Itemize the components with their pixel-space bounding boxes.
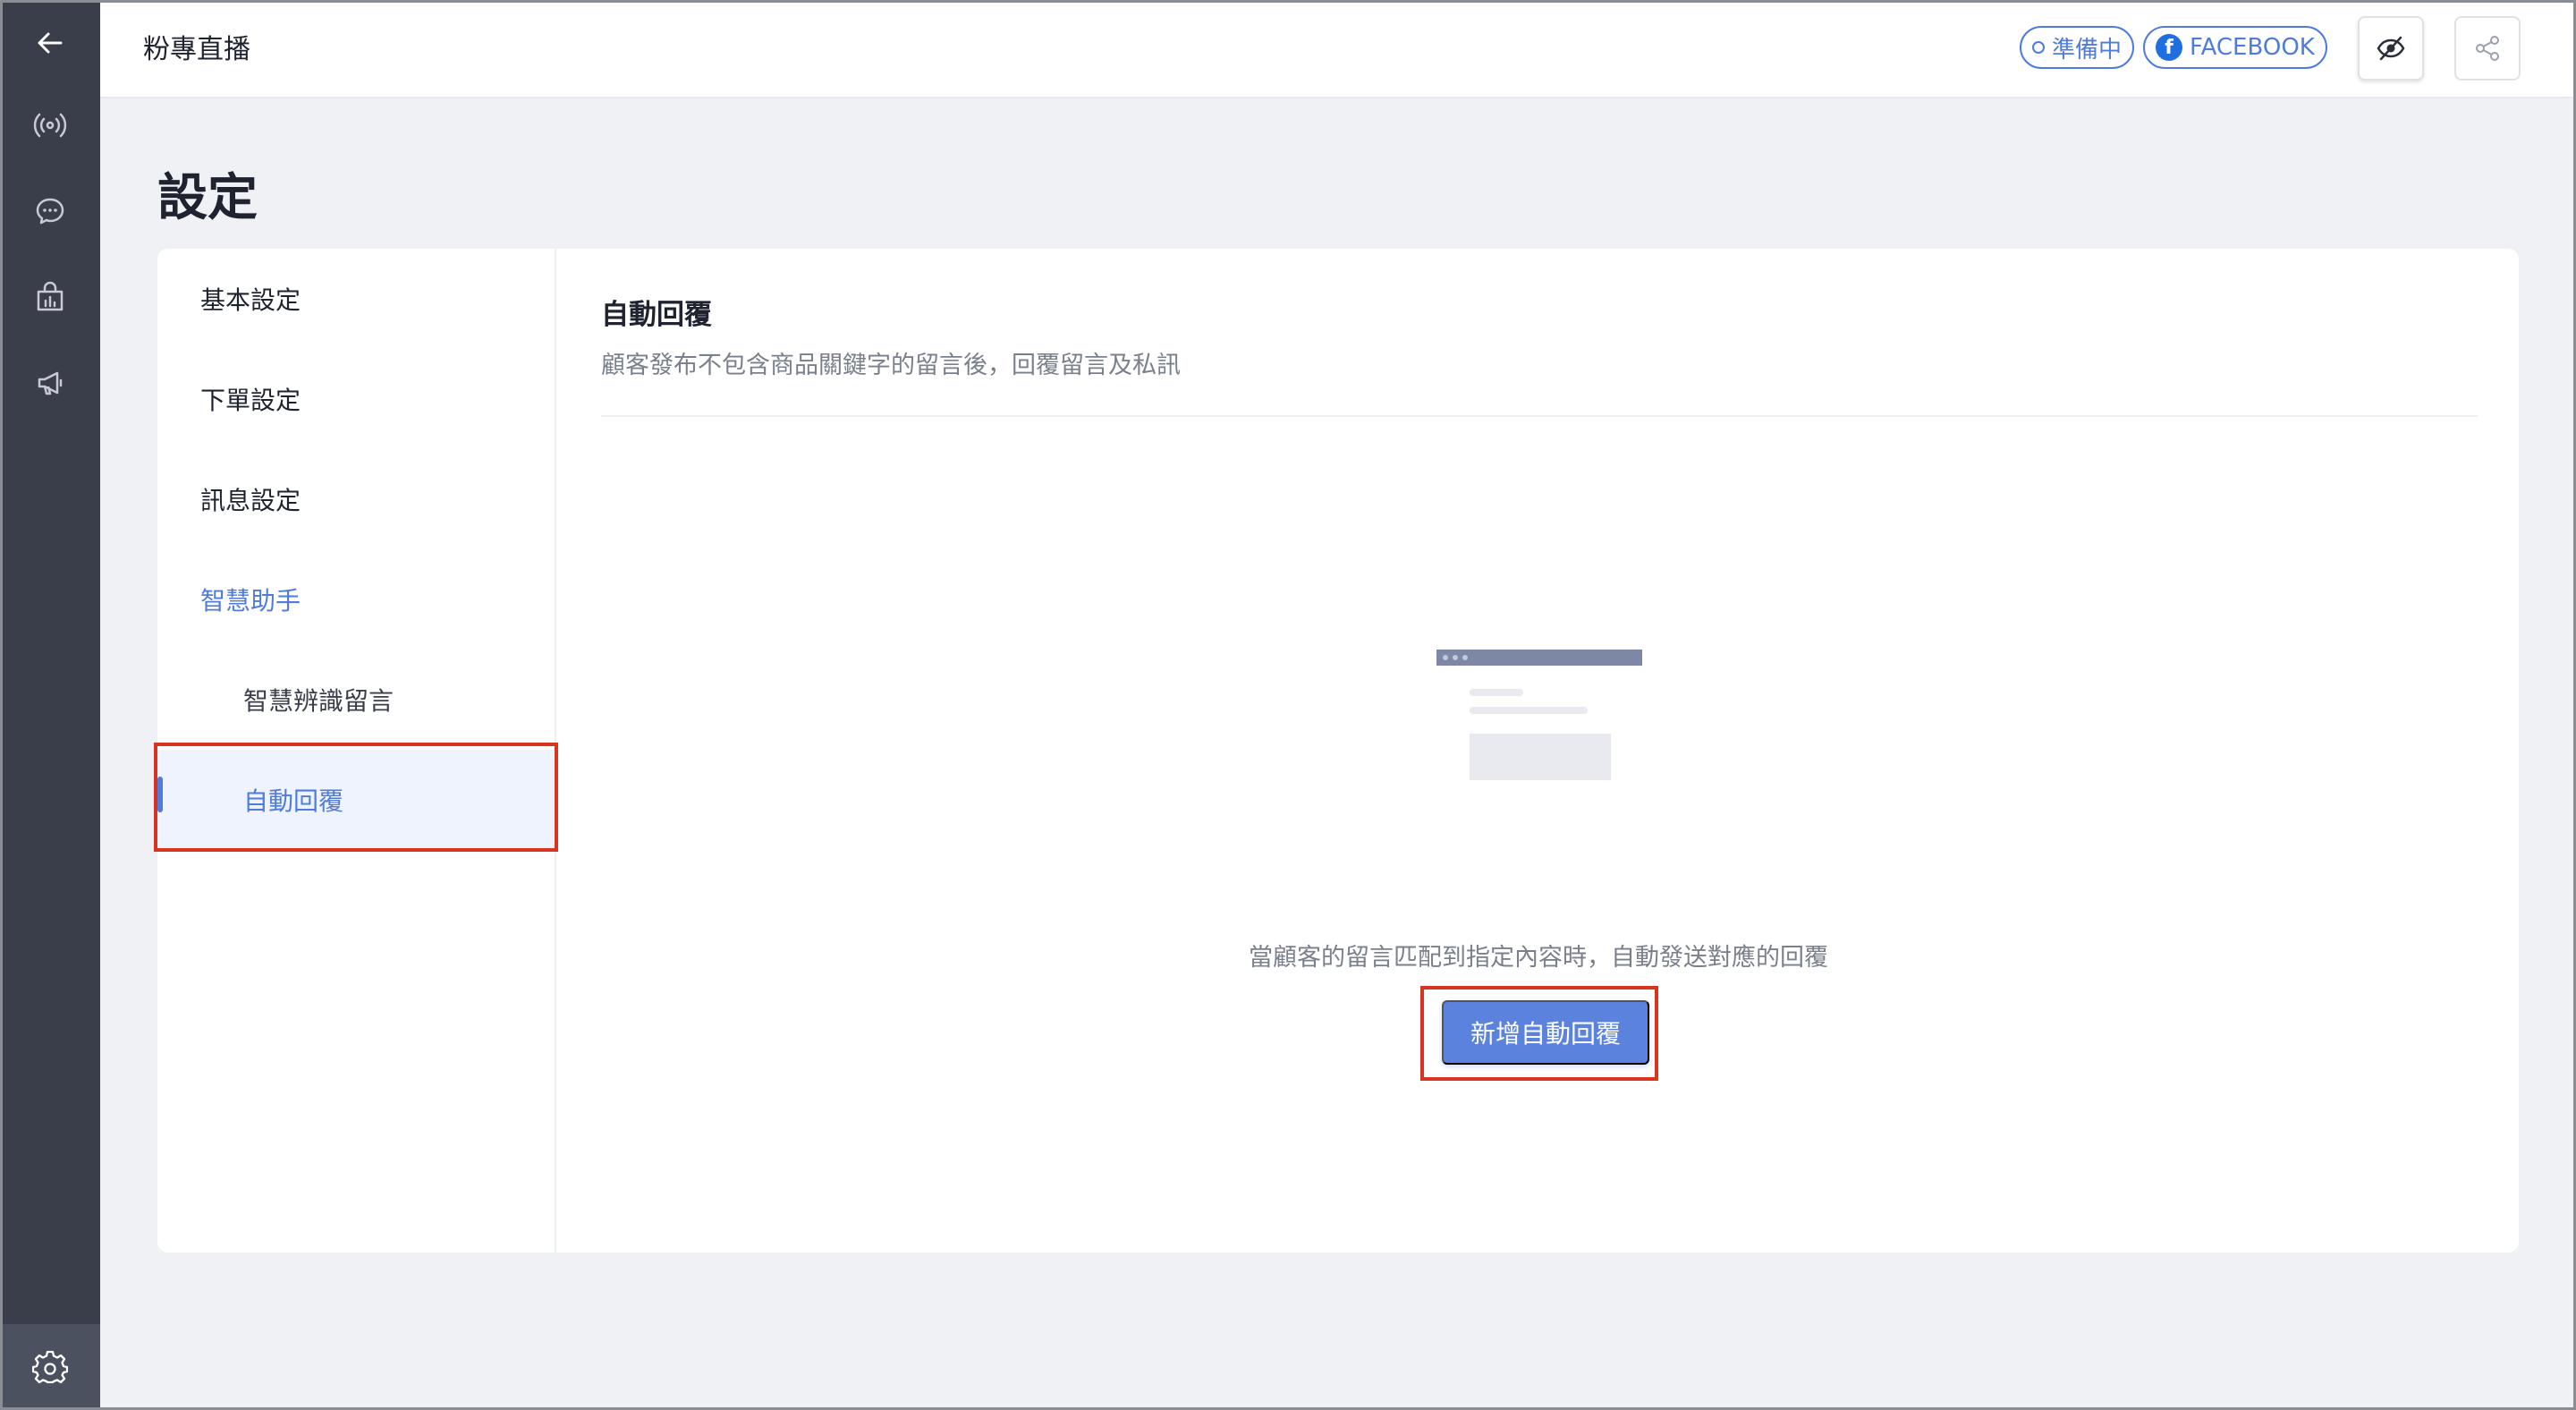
empty-state-text: 當顧客的留言匹配到指定內容時，自動發送對應的回覆 bbox=[1249, 944, 1828, 972]
settings-nav-smart-assistant[interactable]: 智慧助手 bbox=[157, 549, 556, 650]
settings-nav-label: 基本設定 bbox=[200, 285, 301, 315]
settings-nav-order[interactable]: 下單設定 bbox=[157, 349, 556, 449]
platform-badge: f FACEBOOK bbox=[2143, 26, 2327, 69]
settings-nav-label: 訊息設定 bbox=[200, 486, 301, 515]
megaphone-icon bbox=[38, 371, 63, 395]
settings-heading: 設定 bbox=[157, 169, 258, 227]
shop-nav-button[interactable] bbox=[0, 254, 100, 340]
back-arrow-icon bbox=[38, 32, 63, 54]
status-badge: 準備中 bbox=[2020, 26, 2135, 69]
facebook-icon: f bbox=[2156, 34, 2182, 61]
share-icon bbox=[2476, 36, 2499, 61]
visibility-toggle-button[interactable] bbox=[2358, 16, 2424, 81]
settings-nav-label: 智慧辨識留言 bbox=[243, 686, 394, 716]
add-auto-reply-button[interactable]: 新增自動回覆 bbox=[1442, 1000, 1649, 1065]
settings-nav-label: 智慧助手 bbox=[200, 586, 301, 616]
settings-nav-label: 自動回覆 bbox=[243, 786, 344, 816]
platform-label: FACEBOOK bbox=[2190, 34, 2315, 61]
panel-description: 顧客發布不包含商品關鍵字的留言後，回覆留言及私訊 bbox=[601, 352, 1181, 379]
marketing-nav-button[interactable] bbox=[0, 340, 100, 426]
top-bar: 粉專直播 準備中 f FACEBOOK bbox=[100, 0, 2576, 98]
settings-nav-auto-reply[interactable]: 自動回覆 bbox=[157, 750, 556, 850]
broadcast-nav-button[interactable] bbox=[0, 82, 100, 168]
divider bbox=[601, 415, 2478, 417]
settings-nav-message[interactable]: 訊息設定 bbox=[157, 449, 556, 549]
page-title: 粉專直播 bbox=[143, 34, 250, 65]
chat-nav-button[interactable] bbox=[0, 168, 100, 254]
eye-off-icon bbox=[2377, 36, 2405, 61]
broadcast-icon bbox=[33, 113, 67, 138]
panel-title: 自動回覆 bbox=[601, 299, 712, 331]
status-dot-icon bbox=[2032, 41, 2045, 54]
status-label: 準備中 bbox=[2052, 36, 2123, 64]
auto-reply-panel: 自動回覆 顧客發布不包含商品關鍵字的留言後，回覆留言及私訊 當顧客的留言匹配到指… bbox=[558, 249, 2519, 1253]
settings-nav: 基本設定 下單設定 訊息設定 智慧助手 智慧辨識留言 自動回覆 bbox=[157, 249, 556, 1253]
share-button[interactable] bbox=[2454, 16, 2521, 81]
settings-nav-basic[interactable]: 基本設定 bbox=[157, 249, 556, 349]
empty-state-illustration bbox=[1436, 650, 1642, 780]
settings-card: 基本設定 下單設定 訊息設定 智慧助手 智慧辨識留言 自動回覆 自動回覆 顧客發… bbox=[157, 249, 2519, 1253]
back-button[interactable] bbox=[0, 0, 100, 86]
settings-nav-label: 下單設定 bbox=[200, 386, 301, 415]
chat-bubble-icon bbox=[36, 198, 64, 225]
gear-icon bbox=[32, 1350, 68, 1384]
shop-stats-icon bbox=[37, 281, 64, 311]
settings-nav-button[interactable] bbox=[0, 1324, 100, 1410]
settings-nav-smart-comment[interactable]: 智慧辨識留言 bbox=[157, 650, 556, 750]
left-rail bbox=[0, 0, 100, 1410]
